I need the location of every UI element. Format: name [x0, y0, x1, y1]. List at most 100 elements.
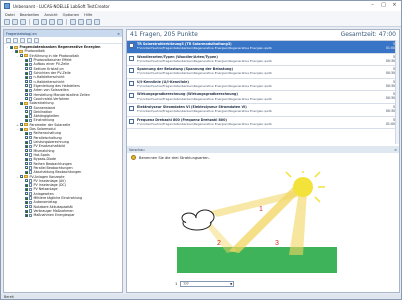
answer-select[interactable]: ??? ▼ — [180, 280, 235, 287]
document-icon — [29, 161, 32, 166]
panel-close-icon[interactable]: × — [117, 32, 120, 36]
question-time: 01:00 — [385, 46, 395, 50]
preview-close-icon[interactable]: × — [394, 148, 397, 152]
tree-checkbox[interactable] — [24, 144, 28, 148]
question-time: 00:30 — [385, 58, 395, 63]
down-icon[interactable] — [78, 19, 84, 25]
tree-checkbox[interactable] — [24, 157, 28, 161]
question-row[interactable]: Wandlerarten/Typen (Wandler/Arten/Typen)… — [127, 53, 399, 67]
collapse-all-icon[interactable] — [13, 37, 18, 43]
tree-checkbox[interactable] — [19, 123, 23, 127]
menu-bar: Datei Bearbeiten Ansicht Optionen Hilfe — [1, 11, 401, 18]
tree-checkbox[interactable] — [9, 45, 13, 49]
question-time: 00:30 — [385, 108, 395, 113]
question-catalog-panel: Fragenkatalog/-en × – Fragendatenbanken R… — [3, 29, 123, 293]
question-row[interactable]: Frequenz Drehzahl 800 (Frequenz Drehzahl… — [127, 116, 399, 130]
document-icon — [29, 114, 32, 118]
question-row[interactable]: U/I-Kennlinie (U/I-Kennlinie) F:\Content\… — [127, 78, 399, 92]
question-time: 00:30 — [385, 96, 395, 101]
tree-checkbox[interactable] — [24, 136, 28, 140]
tree-checkbox[interactable] — [24, 131, 28, 135]
document-icon — [29, 200, 32, 205]
tree-checkbox[interactable] — [24, 187, 28, 191]
tree-checkbox[interactable] — [24, 58, 28, 62]
tree-checkbox[interactable] — [24, 200, 28, 204]
tree-checkbox[interactable] — [24, 140, 28, 144]
menu-ansicht[interactable]: Ansicht — [44, 13, 57, 17]
tree-checkbox[interactable] — [24, 153, 28, 157]
copy-icon[interactable] — [49, 19, 55, 25]
open-icon[interactable] — [12, 19, 18, 25]
help-icon[interactable] — [94, 19, 100, 25]
radiation-diagram: 1 2 3 — [177, 171, 337, 273]
print-icon[interactable] — [86, 19, 92, 25]
label-3: 3 — [275, 240, 279, 247]
tree-checkbox[interactable] — [24, 80, 28, 84]
catalog-panel-header: Fragenkatalog/-en × — [4, 30, 122, 37]
menu-hilfe[interactable]: Hilfe — [84, 13, 92, 17]
tree-checkbox[interactable] — [24, 71, 28, 75]
tree-checkbox[interactable] — [24, 179, 28, 183]
tree-item[interactable]: Maßnahmen Energiespar — [4, 213, 122, 217]
cut-icon[interactable] — [41, 19, 47, 25]
tree-checkbox[interactable] — [19, 54, 23, 58]
folder-icon — [24, 101, 28, 105]
app-window: Unbenannt - LUCAS-NOELLE LabSoft TestCre… — [0, 0, 402, 300]
tree-checkbox[interactable] — [24, 162, 28, 166]
refresh-icon[interactable] — [34, 37, 39, 43]
tree-checkbox[interactable] — [24, 118, 28, 122]
document-icon — [29, 153, 32, 157]
tree-checkbox[interactable] — [14, 49, 18, 53]
up-icon[interactable] — [70, 19, 76, 25]
tree-checkbox[interactable] — [24, 166, 28, 170]
filter-icon[interactable] — [20, 37, 25, 43]
tree-checkbox[interactable] — [24, 97, 28, 101]
question-row[interactable]: Wirkungsgradberechnung (Wirkungsgradbere… — [127, 91, 399, 104]
tree-checkbox[interactable] — [24, 170, 28, 174]
tree-checkbox[interactable] — [24, 196, 28, 200]
tree-checkbox[interactable] — [19, 101, 23, 105]
question-meta: 5 00:30 — [386, 105, 395, 113]
tree-checkbox[interactable] — [24, 213, 28, 217]
tree-checkbox[interactable] — [19, 127, 23, 131]
tree-checkbox[interactable] — [24, 209, 28, 213]
maximize-button[interactable]: □ — [379, 2, 388, 9]
question-meta: 5 00:30 — [386, 55, 395, 63]
window-title: Unbenannt - LUCAS-NOELLE LabSoft TestCre… — [13, 3, 110, 9]
toolbar-divider — [66, 19, 67, 25]
tree-checkbox[interactable] — [24, 114, 28, 118]
toolbar-divider — [29, 19, 30, 25]
menu-datei[interactable]: Datei — [5, 13, 15, 17]
minimize-button[interactable]: – — [368, 2, 377, 9]
document-icon — [29, 66, 32, 71]
tree-checkbox[interactable] — [24, 192, 28, 196]
tree-checkbox[interactable] — [24, 110, 28, 114]
tree-checkbox[interactable] — [24, 62, 28, 66]
search-icon[interactable] — [27, 37, 32, 43]
new-icon[interactable] — [4, 19, 10, 25]
tree-checkbox[interactable] — [24, 88, 28, 92]
question-row[interactable]: Spannung der Belastung (Spannung der Bel… — [127, 66, 399, 79]
tree-checkbox[interactable] — [24, 67, 28, 71]
question-list-scrollbar[interactable] — [395, 40, 399, 144]
tree-checkbox[interactable] — [24, 84, 28, 88]
delete-icon[interactable] — [33, 19, 39, 25]
paste-icon[interactable] — [57, 19, 63, 25]
menu-optionen[interactable]: Optionen — [63, 13, 79, 17]
close-button[interactable]: × — [390, 2, 399, 9]
tree-checkbox[interactable] — [24, 149, 28, 153]
tree-checkbox[interactable] — [19, 175, 23, 179]
question-meta: 5 00:30 — [386, 80, 395, 88]
tree-checkbox[interactable] — [24, 106, 28, 110]
document-icon — [29, 187, 32, 192]
expand-all-icon[interactable] — [6, 37, 11, 43]
save-icon[interactable] — [20, 19, 26, 25]
total-time: Gesamtzeit: 47:00 — [340, 31, 396, 38]
tree-checkbox[interactable] — [24, 183, 28, 187]
tree-checkbox[interactable] — [24, 93, 28, 97]
menu-bearbeiten[interactable]: Bearbeiten — [20, 13, 40, 17]
tree-checkbox[interactable] — [24, 205, 28, 209]
tree-checkbox[interactable] — [24, 75, 28, 79]
question-row[interactable]: Elektrolyseur Stromdaten VI (Elektrolyse… — [127, 103, 399, 117]
question-row[interactable]: TR Solarstrahlerklärung3 (TR Solarmodulh… — [127, 41, 399, 54]
